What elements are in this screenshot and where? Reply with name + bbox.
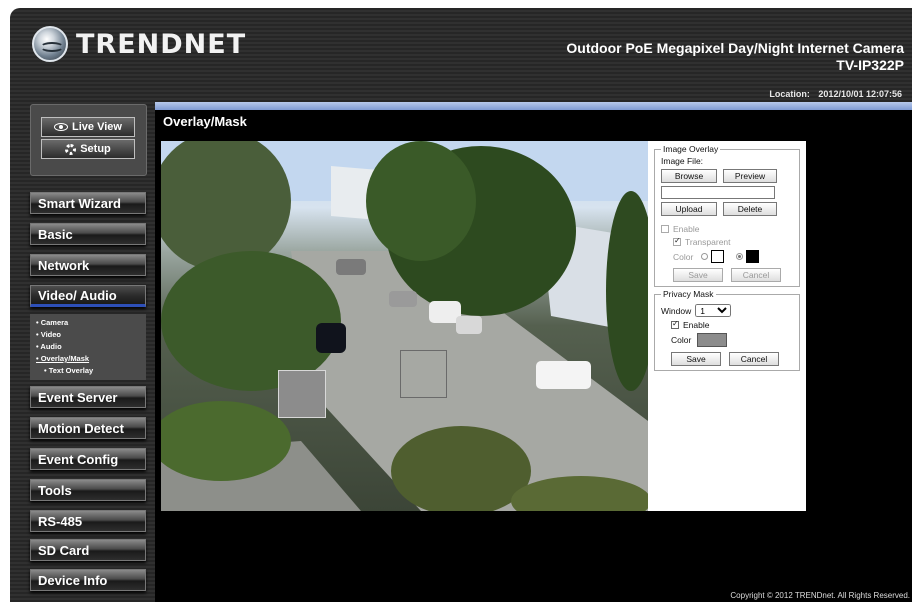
overlay-enable-label: Enable xyxy=(673,224,700,234)
location-bar: Location: 2012/10/01 12:07:56 xyxy=(763,89,902,99)
delete-button[interactable]: Delete xyxy=(723,202,777,216)
submenu-audio[interactable]: • Audio xyxy=(36,341,146,353)
nav-sd-card[interactable]: SD Card xyxy=(30,539,146,561)
camera-live-image[interactable] xyxy=(161,141,648,511)
overlay-cancel-button[interactable]: Cancel xyxy=(731,268,781,282)
live-view-label: Live View xyxy=(72,121,122,133)
product-name: Outdoor PoE Megapixel Day/Night Internet… xyxy=(566,40,904,56)
privacy-mask-legend: Privacy Mask xyxy=(663,289,714,299)
privacy-mask-group: Privacy Mask Window 1 Enable Color Save xyxy=(654,289,800,371)
mask-enable-label: Enable xyxy=(683,320,710,330)
color-white-radio[interactable] xyxy=(701,253,709,260)
setup-button[interactable]: Setup xyxy=(41,139,135,159)
settings-panel: Image Overlay Image File: Browse Preview… xyxy=(648,141,806,511)
nav-motion-detect[interactable]: Motion Detect xyxy=(30,417,146,439)
image-overlay-legend: Image Overlay xyxy=(663,144,719,154)
transparent-label: Transparent xyxy=(685,237,731,247)
trendnet-logo: TRENDNET xyxy=(32,26,246,62)
copyright-text: Copyright © 2012 TRENDnet. All Rights Re… xyxy=(730,591,910,600)
page-title: Overlay/Mask xyxy=(163,114,247,129)
trendnet-logo-icon xyxy=(32,26,68,62)
video-audio-submenu: • Camera • Video • Audio • Overlay/Mask … xyxy=(30,314,146,380)
white-color-swatch xyxy=(711,250,725,263)
mask-color-swatch[interactable] xyxy=(697,333,728,347)
mask-cancel-button[interactable]: Cancel xyxy=(729,352,779,366)
setup-label: Setup xyxy=(80,143,111,155)
overlay-color-label: Color xyxy=(673,251,694,262)
overlay-save-button[interactable]: Save xyxy=(673,268,723,282)
nav-basic[interactable]: Basic xyxy=(30,223,146,245)
window-label: Window xyxy=(661,305,692,316)
submenu-camera[interactable]: • Camera xyxy=(36,317,146,329)
color-black-radio[interactable] xyxy=(736,253,744,260)
app-frame: TRENDNET Outdoor PoE Megapixel Day/Night… xyxy=(10,8,912,602)
location-datetime: 2012/10/01 12:07:56 xyxy=(818,89,902,99)
content-header-bar xyxy=(155,102,912,110)
nav-event-server[interactable]: Event Server xyxy=(30,386,146,408)
browse-button[interactable]: Browse xyxy=(661,169,717,183)
nav-smart-wizard[interactable]: Smart Wizard xyxy=(30,192,146,214)
transparent-checkbox[interactable] xyxy=(673,236,681,246)
image-file-path-input[interactable] xyxy=(661,186,775,199)
product-info: Outdoor PoE Megapixel Day/Night Internet… xyxy=(566,40,904,73)
upload-button[interactable]: Upload xyxy=(661,202,717,216)
nav-device-info[interactable]: Device Info xyxy=(30,569,146,591)
live-view-button[interactable]: Live View xyxy=(41,117,135,137)
mask-color-label: Color xyxy=(671,335,692,345)
image-file-label: Image File: xyxy=(661,156,704,166)
privacy-mask-window-1[interactable] xyxy=(278,370,326,418)
preview-button[interactable]: Preview xyxy=(723,169,777,183)
nav-network[interactable]: Network xyxy=(30,254,146,276)
nav-video-audio[interactable]: Video/ Audio xyxy=(30,285,146,307)
overlay-enable-checkbox[interactable] xyxy=(661,225,669,233)
eye-icon xyxy=(54,123,69,131)
submenu-text-overlay[interactable]: • Text Overlay xyxy=(36,365,146,377)
submenu-overlay-mask[interactable]: • Overlay/Mask xyxy=(36,353,146,365)
camera-scene-illustration xyxy=(161,141,648,511)
black-color-swatch xyxy=(746,250,760,263)
nav-rs485[interactable]: RS-485 xyxy=(30,510,146,532)
mask-enable-checkbox[interactable] xyxy=(671,319,679,329)
content-area: Overlay/Mask Image Overlay Image File: B… xyxy=(155,110,912,602)
window-select[interactable]: 1 xyxy=(695,304,732,317)
product-model: TV-IP322P xyxy=(836,57,904,73)
quick-access-box: Live View Setup xyxy=(30,104,147,176)
nav-event-config[interactable]: Event Config xyxy=(30,448,146,470)
location-label: Location: xyxy=(769,89,810,99)
privacy-mask-window-2[interactable] xyxy=(400,350,447,398)
gear-icon xyxy=(65,143,77,155)
nav-tools[interactable]: Tools xyxy=(30,479,146,501)
image-overlay-group: Image Overlay Image File: Browse Preview… xyxy=(654,144,800,287)
logo-text: TRENDNET xyxy=(76,28,247,60)
submenu-video[interactable]: • Video xyxy=(36,329,146,341)
mask-save-button[interactable]: Save xyxy=(671,352,721,366)
